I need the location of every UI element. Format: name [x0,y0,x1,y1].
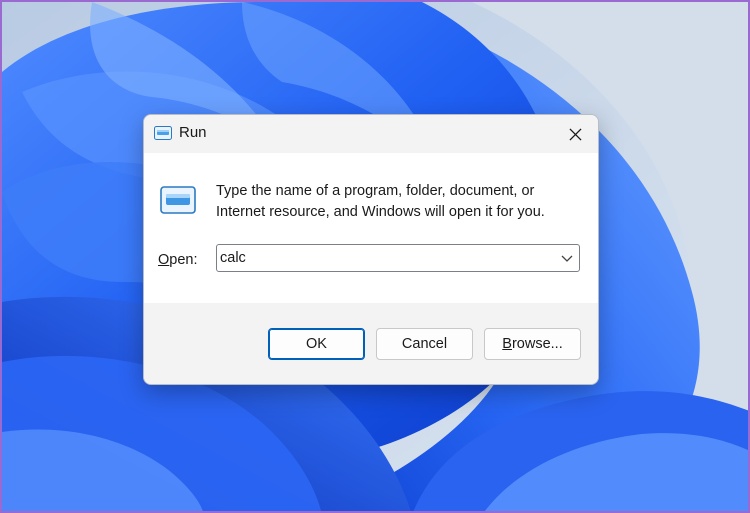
dialog-description: Type the name of a program, folder, docu… [216,181,576,223]
browse-label-rest: rowse... [511,336,563,352]
run-large-icon [160,186,196,214]
open-label: Open: [158,252,198,268]
ok-button[interactable]: OK [268,328,365,360]
dialog-footer: OK Cancel Browse... [144,303,598,384]
run-icon [154,126,172,140]
dialog-content: Type the name of a program, folder, docu… [144,153,598,303]
open-label-mnemonic: O [158,252,170,268]
description-line-2: Internet resource, and Windows will open… [216,204,545,220]
close-icon [568,127,582,141]
run-dialog: Run Type the name of a program, folder, … [143,114,599,385]
desktop: Run Type the name of a program, folder, … [0,0,750,513]
cancel-button[interactable]: Cancel [376,328,473,360]
close-button[interactable] [560,119,590,149]
open-label-rest: pen: [169,252,198,268]
title-bar[interactable]: Run [144,115,598,153]
browse-button[interactable]: Browse... [484,328,581,360]
browse-mnemonic: B [502,336,512,352]
open-combobox[interactable] [216,244,580,272]
dialog-title: Run [179,124,207,141]
open-input[interactable] [217,245,550,271]
chevron-down-icon[interactable] [561,253,573,263]
description-line-1: Type the name of a program, folder, docu… [216,183,535,199]
